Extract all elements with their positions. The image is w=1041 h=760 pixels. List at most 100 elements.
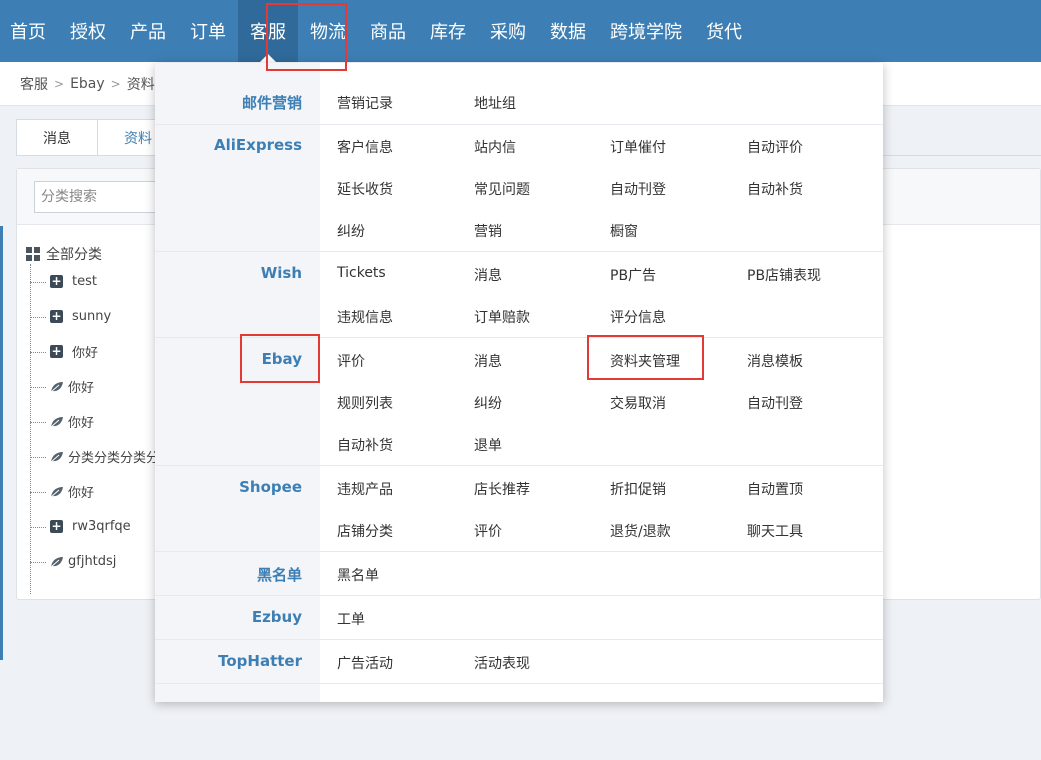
left-accent-bar [0,226,3,660]
tree-root[interactable]: 全部分类 [26,244,159,264]
menu-link[interactable]: 折扣促销 [610,479,666,499]
menu-link[interactable]: 规则列表 [337,393,393,413]
menu-link[interactable]: 评价 [474,521,502,541]
tree-item[interactable]: 你好 [26,474,159,509]
nav-item[interactable]: 数据 [538,0,598,62]
tab-messages[interactable]: 消息 [16,119,98,155]
chevron-right-icon: > [54,76,65,91]
menu-link[interactable]: 店铺分类 [337,521,393,541]
menu-link[interactable]: 评分信息 [610,307,666,327]
plus-icon: + [50,309,63,323]
category-search-input[interactable] [34,181,164,213]
menu-link[interactable]: 聊天工具 [747,521,803,541]
tree-item-label: rw3qrfqe [72,519,131,534]
tree-item[interactable]: + rw3qrfqe [26,509,159,544]
leaf-icon [50,556,63,567]
nav-item[interactable]: 货代 [694,0,754,62]
menu-link[interactable]: 自动刊登 [747,393,803,413]
menu-link[interactable]: 订单赔款 [474,307,530,327]
breadcrumb-item[interactable]: 客服 [20,74,48,94]
menu-category-label: Wish [260,264,302,282]
menu-link[interactable]: 延长收货 [337,179,393,199]
menu-link[interactable]: 自动置顶 [747,479,803,499]
menu-link[interactable]: Tickets [337,265,386,281]
menu-category-label: 黑名单 [256,566,302,584]
tree-item-label: 你好 [68,416,95,431]
tree-item[interactable]: + test [26,264,159,299]
menu-link[interactable]: 自动刊登 [610,179,666,199]
menu-link[interactable]: 地址组 [474,93,516,113]
menu-link[interactable]: 站内信 [474,137,516,157]
tree-root-label: 全部分类 [46,247,102,263]
nav-item[interactable]: 产品 [118,0,178,62]
tree-item-label: sunny [72,309,112,324]
nav-item[interactable]: 订单 [178,0,238,62]
tree-item[interactable]: 分类分类分类分 [26,439,159,474]
menu-link[interactable]: PB店铺表现 [747,265,821,285]
menu-category-label: TopHatter [218,652,302,670]
tree-item-label: 你好 [72,346,99,361]
plus-icon: + [50,274,63,288]
menu-category-label: Shopee [239,478,302,496]
leaf-icon [50,451,63,462]
tree-item[interactable]: + 你好 [26,334,159,369]
nav-item[interactable]: 商品 [358,0,418,62]
menu-link[interactable]: PB广告 [610,265,656,285]
tree-item-label: 分类分类分类分 [68,451,160,466]
menu-category-label: Ezbuy [251,608,302,626]
menu-link[interactable]: 常见问题 [474,179,530,199]
menu-category-label: 邮件营销 [241,94,302,112]
tree-item[interactable]: 你好 [26,369,159,404]
category-tree: 全部分类 + test + sunny + 你好 你好 你好 分类分类分类分 你好 + rw3qrfq… [26,244,159,594]
menu-link[interactable]: 交易取消 [610,393,666,413]
nav-item[interactable]: 采购 [478,0,538,62]
tree-item[interactable]: gfjhtdsj [26,544,159,579]
tree-item-label: test [72,274,97,289]
nav-item[interactable]: 授权 [58,0,118,62]
leaf-icon [50,416,63,427]
menu-link[interactable]: 纠纷 [337,221,365,241]
leaf-icon [50,381,63,392]
menu-link[interactable]: 工单 [337,609,365,629]
menu-link[interactable]: 违规产品 [337,479,393,499]
menu-link[interactable]: 店长推荐 [474,479,530,499]
menu-link[interactable]: 订单催付 [610,137,666,157]
tree-item-label: 你好 [68,381,95,396]
menu-link[interactable]: 自动补货 [337,435,393,455]
top-nav: 首页 授权 产品 订单 客服 物流 商品 库存 采购 数据 跨境学院 货代 [0,0,1041,62]
highlight-box-folder-mgmt [587,335,704,380]
menu-link[interactable]: 营销 [474,221,502,241]
menu-link[interactable]: 消息 [474,265,502,285]
tree-item[interactable]: 你好 [26,404,159,439]
menu-link[interactable]: 消息 [474,351,502,371]
menu-link[interactable]: 客户信息 [337,137,393,157]
menu-link[interactable]: 退货/退款 [610,521,671,541]
menu-link[interactable]: 违规信息 [337,307,393,327]
tree-item-label: gfjhtdsj [68,554,117,569]
tree-item-label: 你好 [68,486,95,501]
nav-item[interactable]: 首页 [0,0,58,62]
plus-icon: + [50,344,63,358]
menu-link[interactable]: 自动补货 [747,179,803,199]
menu-link[interactable]: 退单 [474,435,502,455]
grid-icon [26,247,40,261]
highlight-box-nav [266,3,347,71]
plus-icon: + [50,519,63,533]
tree-item[interactable]: + sunny [26,299,159,334]
menu-link[interactable]: 广告活动 [337,653,393,673]
leaf-icon [50,486,63,497]
menu-link[interactable]: 橱窗 [610,221,638,241]
menu-link[interactable]: 纠纷 [474,393,502,413]
menu-link[interactable]: 黑名单 [337,565,379,585]
menu-link[interactable]: 消息模板 [747,351,803,371]
menu-link[interactable]: 营销记录 [337,93,393,113]
menu-category-label: AliExpress [214,136,302,154]
highlight-box-ebay [240,334,320,383]
nav-item[interactable]: 库存 [418,0,478,62]
chevron-right-icon: > [110,76,121,91]
menu-link[interactable]: 自动评价 [747,137,803,157]
nav-item[interactable]: 跨境学院 [598,0,694,62]
menu-link[interactable]: 评价 [337,351,365,371]
menu-link[interactable]: 活动表现 [474,653,530,673]
breadcrumb-item[interactable]: Ebay [70,76,105,92]
